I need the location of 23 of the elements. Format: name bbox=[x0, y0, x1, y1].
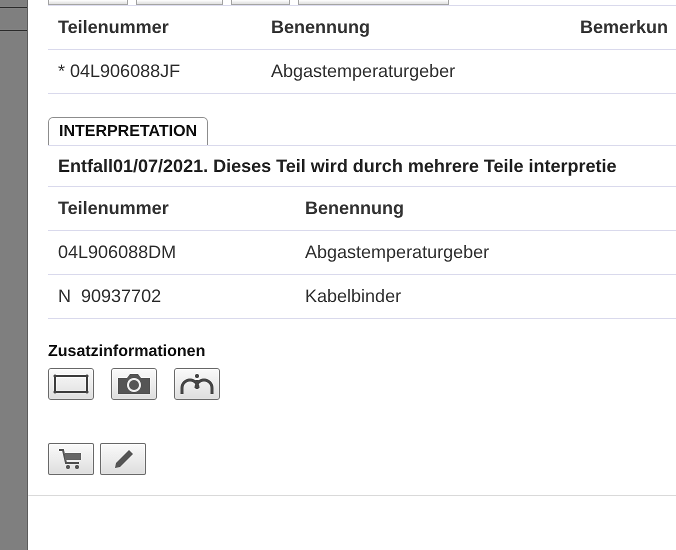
section-title: Zusatzinformationen bbox=[48, 343, 206, 361]
camera-button[interactable] bbox=[111, 368, 157, 400]
notice-text: Entfall01/07/2021. Dieses Teil wird durch mehrere Teile interpretie bbox=[48, 145, 676, 187]
column-header: Benennung bbox=[304, 198, 405, 219]
table-cell-text: Abgastemperaturgeber bbox=[304, 242, 490, 263]
column-header: Bemerkun bbox=[579, 17, 670, 38]
column-header: Benennung bbox=[270, 17, 371, 38]
table-cell-text: Kabelbinder bbox=[304, 286, 402, 307]
column-header: Teilenummer bbox=[57, 17, 170, 38]
edit-button[interactable] bbox=[100, 443, 146, 475]
info-icon bbox=[179, 372, 215, 396]
cart-icon bbox=[58, 448, 84, 470]
table-cell-text: Abgastemperaturgeber bbox=[270, 61, 456, 82]
table-cell-text: 04L906088DM bbox=[57, 242, 178, 263]
table-cell-text: * 04L906088JF bbox=[57, 61, 182, 82]
cart-button[interactable] bbox=[48, 443, 94, 475]
frame-icon bbox=[53, 374, 89, 394]
table-cell-text: N 90937702 bbox=[57, 286, 162, 307]
column-header: Teilenummer bbox=[57, 198, 170, 219]
interpretation-tab[interactable]: INTERPRETATION bbox=[48, 117, 208, 145]
frame-button[interactable] bbox=[48, 368, 94, 400]
camera-icon bbox=[116, 373, 152, 395]
info-button[interactable] bbox=[174, 368, 220, 400]
